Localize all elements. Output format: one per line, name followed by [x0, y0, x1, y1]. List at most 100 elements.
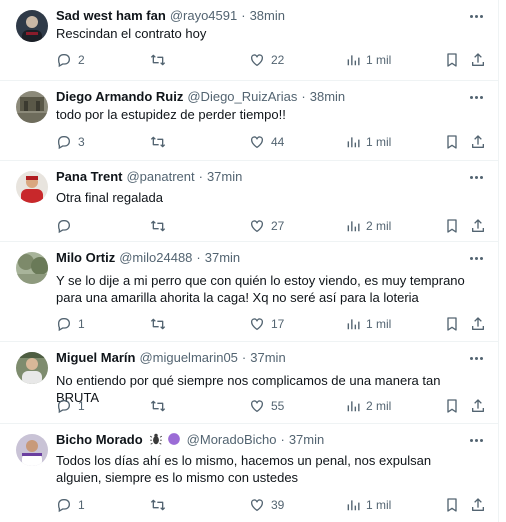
timestamp[interactable]: 37min [250, 350, 285, 365]
bookmark-icon [447, 53, 457, 67]
tweet[interactable]: Sad west ham fan @rayo4591 · 38min Resci… [0, 0, 498, 81]
bookmark-icon [447, 498, 457, 512]
avatar[interactable] [16, 252, 48, 284]
bookmark-button[interactable] [444, 497, 466, 513]
tweet[interactable]: Diego Armando Ruiz @Diego_RuizArias · 38… [0, 81, 498, 161]
bookmark-button[interactable] [444, 398, 466, 414]
like-button[interactable]: 44 [249, 134, 284, 150]
display-name[interactable]: Diego Armando Ruiz [56, 89, 183, 104]
like-count: 55 [271, 399, 285, 413]
like-icon [251, 136, 263, 149]
timestamp[interactable]: 37min [207, 169, 242, 184]
share-button[interactable] [470, 398, 492, 414]
like-button[interactable]: 22 [249, 52, 284, 68]
share-button[interactable] [470, 134, 492, 150]
user-handle[interactable]: @milo24488 [119, 250, 192, 265]
timestamp[interactable]: 38min [310, 89, 345, 104]
views-button[interactable]: 2 mil [346, 399, 391, 413]
reply-count: 2 [78, 53, 85, 67]
tweet-text: Otra final regalada [56, 190, 163, 205]
avatar[interactable] [16, 171, 48, 203]
more-icon[interactable] [468, 169, 484, 185]
avatar[interactable] [16, 352, 48, 384]
views-button[interactable]: 1 mil [346, 498, 391, 512]
timestamp[interactable]: 37min [289, 432, 324, 447]
timestamp[interactable]: 37min [205, 250, 240, 265]
avatar[interactable] [16, 10, 48, 42]
timestamp[interactable]: 38min [250, 8, 285, 23]
reply-count: 3 [78, 135, 85, 149]
tweet[interactable]: Milo Ortiz @milo24488 · 37min Y se lo di… [0, 242, 498, 342]
tweet-text: todo por la estupidez de perder tiempo!! [56, 107, 286, 122]
reply-button[interactable]: 3 [56, 134, 85, 150]
like-button[interactable]: 55 [249, 398, 284, 414]
like-icon [251, 54, 263, 67]
views-button[interactable]: 2 mil [346, 219, 391, 233]
tweet[interactable]: Miguel Marín @miguelmarin05 · 37min No e… [0, 342, 498, 424]
retweet-button[interactable] [150, 316, 172, 332]
avatar[interactable] [16, 91, 48, 123]
views-count: 1 mil [366, 498, 392, 512]
tweet-header: Pana Trent @panatrent · 37min [56, 167, 458, 185]
display-name[interactable]: Pana Trent [56, 169, 122, 184]
more-icon[interactable] [468, 89, 484, 105]
user-handle[interactable]: @rayo4591 [170, 8, 237, 23]
tweet-text: Y se lo dije a mi perro que con quién lo… [56, 273, 465, 305]
reply-icon [57, 136, 71, 150]
tweet-actions: 27 2 mil [56, 217, 484, 235]
reply-button[interactable]: 1 [56, 316, 85, 332]
views-icon [347, 500, 360, 511]
display-name[interactable]: Miguel Marín [56, 350, 135, 365]
retweet-button[interactable] [150, 497, 172, 513]
tweet-actions: 2 22 1 mil [56, 51, 484, 69]
views-button[interactable]: 1 mil [346, 317, 391, 331]
bookmark-button[interactable] [444, 134, 466, 150]
more-icon[interactable] [468, 8, 484, 24]
retweet-button[interactable] [150, 398, 172, 414]
like-button[interactable]: 17 [249, 316, 284, 332]
views-button[interactable]: 1 mil [346, 135, 391, 149]
retweet-icon [150, 220, 166, 232]
display-name[interactable]: Bicho Morado [56, 432, 143, 447]
more-icon[interactable] [468, 350, 484, 366]
tweet[interactable]: Bicho Morado @MoradoBicho · 37min Todos … [0, 424, 498, 522]
views-icon [347, 221, 360, 232]
share-button[interactable] [470, 316, 492, 332]
views-count: 1 mil [366, 135, 392, 149]
user-handle[interactable]: @Diego_RuizArias [187, 89, 297, 104]
retweet-icon [150, 499, 166, 511]
bookmark-button[interactable] [444, 316, 466, 332]
retweet-button[interactable] [150, 134, 172, 150]
user-handle[interactable]: @miguelmarin05 [139, 350, 237, 365]
retweet-button[interactable] [150, 218, 172, 234]
display-name[interactable]: Milo Ortiz [56, 250, 115, 265]
share-button[interactable] [470, 52, 492, 68]
user-handle[interactable]: @MoradoBicho [187, 432, 277, 447]
reply-button[interactable]: 1 [56, 497, 85, 513]
avatar[interactable] [16, 434, 48, 466]
tweet-actions: 1 55 2 mil [56, 397, 484, 415]
tweet-header: Sad west ham fan @rayo4591 · 38min [56, 6, 458, 24]
retweet-button[interactable] [150, 52, 172, 68]
tweet[interactable]: Pana Trent @panatrent · 37min Otra final… [0, 161, 498, 242]
reply-button[interactable] [56, 218, 78, 234]
user-handle[interactable]: @panatrent [126, 169, 194, 184]
reply-button[interactable]: 1 [56, 398, 85, 414]
retweet-icon [150, 136, 166, 148]
share-icon [472, 317, 484, 330]
more-icon[interactable] [468, 432, 484, 448]
display-name[interactable]: Sad west ham fan [56, 8, 166, 23]
purple-circle-icon [167, 433, 180, 445]
reply-button[interactable]: 2 [56, 52, 85, 68]
share-button[interactable] [470, 218, 492, 234]
replies-feed: Sad west ham fan @rayo4591 · 38min Resci… [0, 0, 499, 522]
bookmark-button[interactable] [444, 218, 466, 234]
like-button[interactable]: 27 [249, 218, 284, 234]
like-button[interactable]: 39 [249, 497, 284, 513]
views-button[interactable]: 1 mil [346, 53, 391, 67]
share-button[interactable] [470, 497, 492, 513]
more-icon[interactable] [468, 250, 484, 266]
reply-icon [57, 499, 71, 513]
bookmark-button[interactable] [444, 52, 466, 68]
share-icon [472, 219, 484, 232]
